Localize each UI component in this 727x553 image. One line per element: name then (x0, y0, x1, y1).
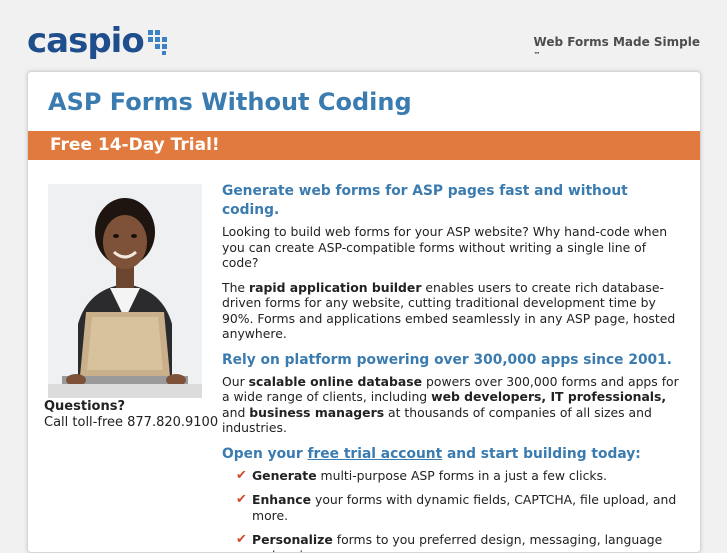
main-content: Generate web forms for ASP pages fast an… (222, 182, 682, 553)
questions-label: Questions? (44, 399, 218, 415)
logo-dots-icon (146, 26, 168, 56)
list-item: ✔Personalize forms to you preferred desi… (236, 532, 682, 553)
tagline-text: Web Forms Made Simple (534, 35, 700, 49)
heading-rely: Rely on platform powering over 300,000 a… (222, 351, 682, 370)
photo-illustration (48, 184, 202, 398)
bold-text: Generate (252, 468, 317, 483)
phone-text: Call toll-free 877.820.9100 (44, 415, 218, 431)
bold-text: Enhance (252, 492, 311, 507)
caspio-logo[interactable]: caspio (27, 24, 168, 58)
trademark-mark: ™ (534, 51, 700, 59)
bold-text: business managers (249, 405, 384, 420)
text: and (222, 405, 249, 420)
check-icon: ✔ (236, 492, 247, 508)
text: multi-purpose ASP forms in a just a few … (317, 468, 607, 483)
contact-block: Questions? Call toll-free 877.820.9100 (44, 399, 218, 431)
paragraph-intro: Looking to build web forms for your ASP … (222, 224, 682, 271)
list-item: ✔ Generate multi-purpose ASP forms in a j… (236, 468, 682, 484)
paragraph-builder: The rapid application builder enables us… (222, 280, 682, 342)
page-title: ASP Forms Without Coding (48, 88, 412, 116)
check-icon: ✔ (236, 468, 247, 484)
trial-banner[interactable]: Free 14-Day Trial! (28, 131, 700, 160)
text: Our (222, 374, 249, 389)
trial-banner-text[interactable]: Free 14-Day Trial! (50, 135, 220, 155)
heading-open-trial: Open your free trial account and start b… (222, 445, 682, 464)
list-item: ✔ Enhance your forms with dynamic fields,… (236, 492, 682, 523)
text: The (222, 280, 249, 295)
text: Open your (222, 446, 308, 462)
feature-list: ✔ Generate multi-purpose ASP forms in a j… (222, 468, 682, 553)
page-header: caspio Web Forms Made Simple ™ (0, 0, 727, 70)
woman-with-laptop-photo (48, 184, 202, 398)
content-card: ASP Forms Without Coding Free 14-Day Tri… (27, 71, 701, 553)
check-icon: ✔ (236, 532, 247, 548)
paragraph-platform: Our scalable online database powers over… (222, 374, 682, 436)
bold-text: scalable online database (249, 374, 422, 389)
text: your forms with dynamic fields, CAPTCHA,… (252, 492, 676, 523)
free-trial-link[interactable]: free trial account (308, 446, 443, 462)
tagline: Web Forms Made Simple ™ (534, 35, 700, 59)
heading-generate: Generate web forms for ASP pages fast an… (222, 182, 682, 220)
logo-text: caspio (27, 24, 144, 58)
text: and start building today: (442, 446, 641, 462)
bold-text: web developers, IT professionals, (431, 389, 666, 404)
bold-text: rapid application builder (249, 280, 421, 295)
